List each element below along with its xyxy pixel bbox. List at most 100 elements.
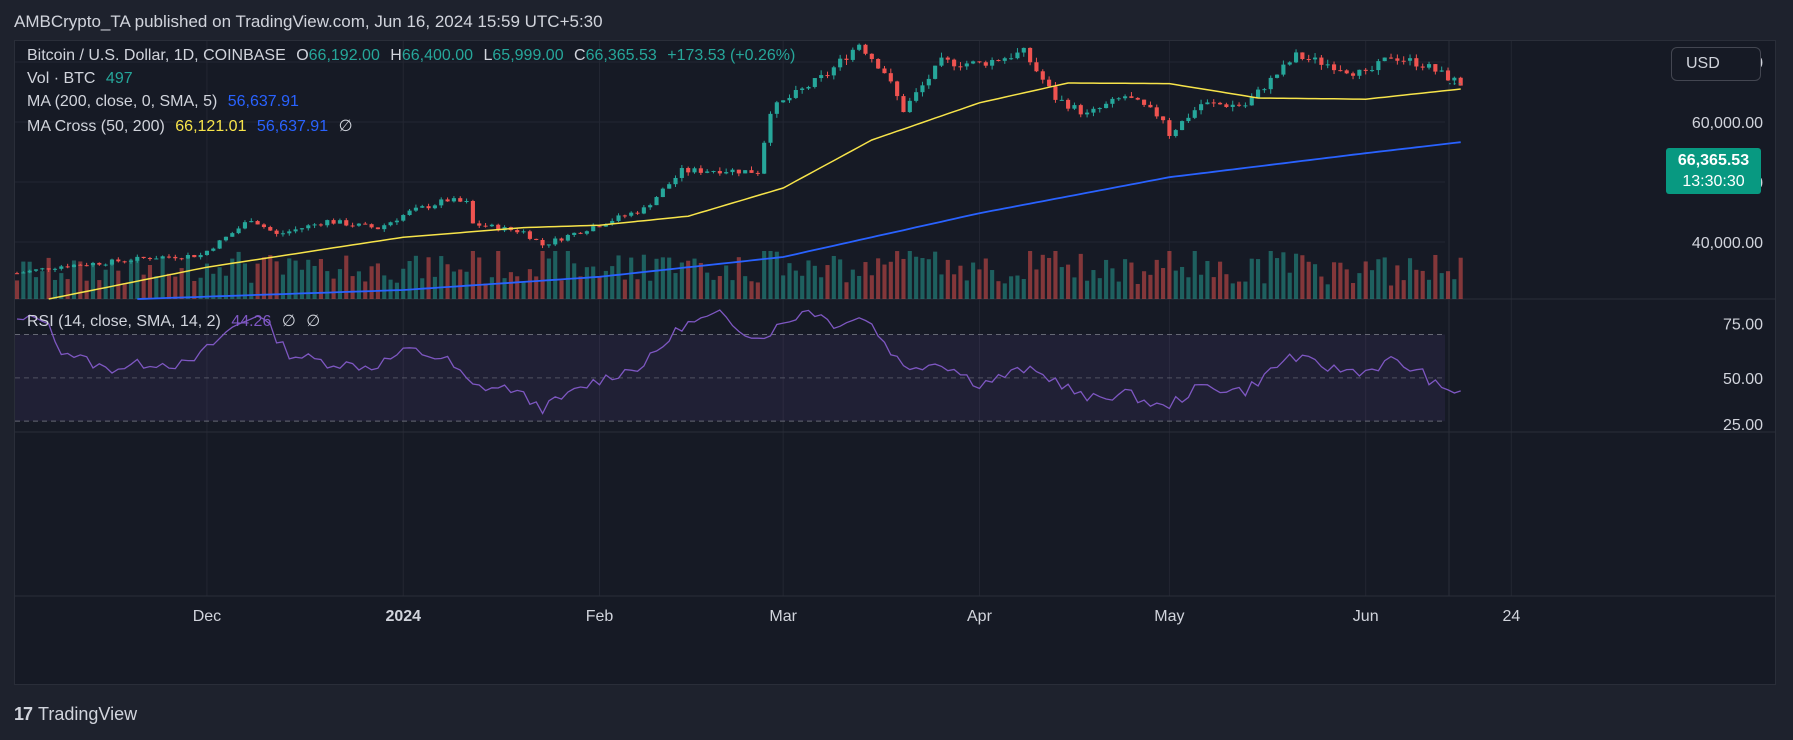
candle-body[interactable] (451, 198, 456, 202)
candle-body[interactable] (477, 223, 482, 226)
candle-body[interactable] (1110, 98, 1115, 104)
candle-body[interactable] (686, 168, 691, 173)
candle-body[interactable] (344, 220, 349, 226)
candle-body[interactable] (1078, 105, 1083, 115)
candle-body[interactable] (983, 62, 988, 66)
candle-body[interactable] (154, 258, 159, 260)
candle-body[interactable] (369, 224, 374, 228)
candle-body[interactable] (1312, 57, 1318, 60)
candle-body[interactable] (667, 184, 672, 189)
candle-body[interactable] (977, 61, 982, 63)
candle-body[interactable] (293, 229, 298, 232)
candle-body[interactable] (147, 258, 153, 260)
candle-body[interactable] (1249, 97, 1254, 106)
candle-body[interactable] (388, 222, 393, 226)
candle-body[interactable] (331, 220, 336, 224)
candle-body[interactable] (990, 60, 995, 66)
candle-body[interactable] (458, 198, 463, 202)
candle-body[interactable] (939, 57, 944, 66)
candle-body[interactable] (743, 170, 748, 174)
candle-body[interactable] (204, 250, 210, 256)
candle-body[interactable] (1275, 74, 1280, 78)
candle-body[interactable] (1350, 73, 1356, 76)
candle-body[interactable] (559, 238, 564, 241)
candle-body[interactable] (1256, 89, 1261, 98)
candle-body[interactable] (812, 78, 817, 87)
candle-body[interactable] (1154, 107, 1159, 117)
candle-body[interactable] (141, 256, 146, 259)
candle-body[interactable] (230, 233, 235, 237)
candle-body[interactable] (350, 225, 355, 227)
candle-body[interactable] (1167, 120, 1172, 136)
candle-body[interactable] (914, 92, 919, 101)
candle-body[interactable] (1420, 66, 1425, 68)
candle-body[interactable] (1325, 64, 1330, 66)
candle-body[interactable] (1097, 108, 1102, 110)
candle-body[interactable] (445, 199, 450, 202)
candle-body[interactable] (1021, 47, 1026, 53)
candle-body[interactable] (996, 60, 1001, 62)
candle-body[interactable] (236, 228, 241, 234)
candle-body[interactable] (869, 53, 874, 59)
candle-body[interactable] (1445, 70, 1451, 81)
rsi-legend[interactable]: RSI (14, close, SMA, 14, 2) 44.26 ∅ ∅ (27, 311, 320, 331)
candle-body[interactable] (793, 90, 798, 98)
candle-body[interactable] (660, 188, 665, 198)
candle-body[interactable] (755, 172, 760, 174)
candle-body[interactable] (635, 212, 640, 214)
candle-body[interactable] (838, 58, 843, 68)
candle-body[interactable] (382, 225, 387, 230)
candle-body[interactable] (192, 255, 197, 258)
candle-body[interactable] (268, 227, 273, 231)
candle-body[interactable] (426, 206, 431, 209)
candle-body[interactable] (1382, 57, 1387, 62)
candle-body[interactable] (420, 206, 425, 208)
candle-body[interactable] (673, 177, 678, 185)
candle-body[interactable] (1439, 70, 1444, 72)
candle-body[interactable] (249, 221, 254, 223)
candle-body[interactable] (287, 231, 292, 234)
candle-body[interactable] (692, 168, 697, 173)
candle-body[interactable] (597, 226, 602, 228)
candle-body[interactable] (1300, 52, 1305, 60)
candle-body[interactable] (1173, 130, 1178, 136)
candle-body[interactable] (1338, 70, 1343, 72)
candle-body[interactable] (945, 57, 950, 60)
candle-body[interactable] (40, 268, 45, 270)
candle-body[interactable] (1028, 47, 1033, 63)
candle-body[interactable] (1363, 69, 1368, 71)
currency-button[interactable]: USD (1671, 47, 1761, 81)
candle-body[interactable] (768, 113, 773, 143)
candle-body[interactable] (375, 227, 380, 230)
candle-body[interactable] (1116, 98, 1121, 100)
candle-body[interactable] (971, 61, 976, 64)
candle-body[interactable] (584, 231, 589, 234)
candle-body[interactable] (901, 96, 906, 113)
candle-body[interactable] (59, 266, 64, 269)
candle-body[interactable] (888, 73, 893, 82)
candle-body[interactable] (762, 142, 767, 174)
candle-body[interactable] (1066, 99, 1071, 109)
candle-body[interactable] (198, 255, 203, 258)
candle-body[interactable] (97, 262, 102, 265)
candle-body[interactable] (1047, 79, 1052, 87)
candle-body[interactable] (806, 86, 811, 89)
candle-body[interactable] (1180, 121, 1185, 131)
candle-body[interactable] (1009, 58, 1014, 60)
candle-body[interactable] (1104, 103, 1109, 109)
candle-body[interactable] (1357, 69, 1362, 76)
candle-body[interactable] (629, 212, 634, 216)
candle-body[interactable] (572, 232, 577, 235)
candle-body[interactable] (1135, 97, 1140, 100)
candle-body[interactable] (850, 49, 855, 60)
candle-body[interactable] (857, 44, 862, 50)
candle-body[interactable] (1142, 99, 1147, 105)
chart-canvas[interactable]: 40,000.0050,000.0060,000.0070,000.0025.0… (15, 41, 1776, 685)
candle-body[interactable] (591, 226, 596, 232)
candle-body[interactable] (1123, 96, 1128, 99)
candle-body[interactable] (565, 234, 570, 241)
ma200-line[interactable] (137, 141, 1461, 300)
footer-brand[interactable]: 17 TradingView (14, 704, 137, 725)
symbol-name[interactable]: Bitcoin / U.S. Dollar, 1D, COINBASE (27, 47, 286, 64)
candle-body[interactable] (1376, 61, 1381, 71)
